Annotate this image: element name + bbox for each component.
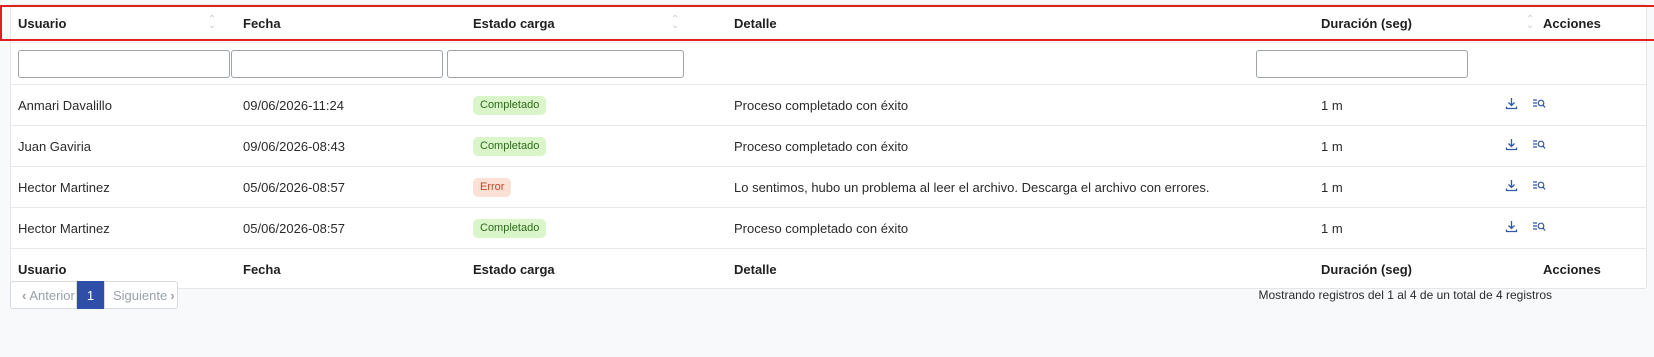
- search-list-icon[interactable]: [1532, 138, 1546, 154]
- table-row: Hector Martinez 05/06/2026-08:57 Complet…: [11, 208, 1646, 249]
- duracion-cell: 1 m: [1321, 138, 1343, 154]
- download-icon[interactable]: [1505, 220, 1518, 236]
- column-header-fecha[interactable]: Fecha: [243, 5, 458, 42]
- column-label: Fecha: [243, 16, 281, 31]
- table-footer: Usuario Fecha Estado carga Detalle Durac…: [11, 249, 1646, 290]
- column-label: Usuario: [18, 16, 67, 31]
- column-label: Acciones: [1543, 262, 1601, 277]
- download-icon[interactable]: [1505, 97, 1518, 113]
- detalle-cell: Proceso completado con éxito: [734, 220, 909, 236]
- usuario-cell: Hector Martinez: [18, 179, 110, 195]
- search-list-icon[interactable]: [1532, 179, 1546, 195]
- pagination: ‹ Anterior 1 Siguiente ›: [10, 281, 178, 309]
- next-label: Siguiente: [113, 287, 168, 303]
- status-badge: Completado: [473, 136, 547, 156]
- fecha-cell: 05/06/2026-08:57: [243, 179, 345, 195]
- duracion-cell: 1 m: [1321, 97, 1343, 113]
- usuario-cell: Anmari Davalillo: [18, 97, 112, 113]
- records-info: Mostrando registros del 1 al 4 de un tot…: [1258, 288, 1553, 302]
- page-1-button[interactable]: 1: [77, 281, 104, 309]
- status-badge: Completado: [473, 218, 547, 238]
- status-badge: Error: [473, 177, 512, 197]
- search-list-icon[interactable]: [1532, 97, 1546, 113]
- sort-icon[interactable]: ⌃ ⌄: [671, 15, 679, 31]
- column-label: Duración (seg): [1321, 16, 1413, 31]
- table-row: Juan Gaviria 09/06/2026-08:43 Completado…: [11, 126, 1646, 167]
- column-header-detalle: Detalle: [734, 5, 1314, 42]
- usuario-filter-input[interactable]: [18, 49, 230, 78]
- fecha-filter-input[interactable]: [231, 49, 443, 78]
- column-label: Fecha: [243, 262, 281, 277]
- estado-filter-input[interactable]: [447, 49, 684, 78]
- detalle-cell: Proceso completado con éxito: [734, 138, 909, 154]
- column-header-acciones: Acciones: [1543, 5, 1638, 42]
- column-header-duracion[interactable]: Duración (seg): [1321, 5, 1536, 42]
- table-row: Hector Martinez 05/06/2026-08:57 Error L…: [11, 167, 1646, 208]
- column-label: Duración (seg): [1321, 262, 1413, 277]
- duracion-filter-input[interactable]: [1256, 49, 1468, 78]
- status-badge: Completado: [473, 95, 547, 115]
- column-label: Detalle: [734, 16, 777, 31]
- chevron-left-icon: ‹: [22, 287, 27, 303]
- column-header-estado[interactable]: Estado carga: [473, 5, 723, 42]
- previous-page-button[interactable]: ‹ Anterior: [10, 281, 77, 309]
- fecha-cell: 05/06/2026-08:57: [243, 220, 345, 236]
- table-panel: Usuario ⌃ ⌄ Fecha Estado carga ⌃ ⌄ Detalle…: [10, 4, 1647, 289]
- fecha-cell: 09/06/2026-11:24: [243, 97, 344, 113]
- table-header: Usuario ⌃ ⌄ Fecha Estado carga ⌃ ⌄ Detalle…: [11, 5, 1646, 43]
- filter-row: [11, 43, 1646, 85]
- previous-label: Anterior: [29, 287, 75, 303]
- column-header-usuario[interactable]: Usuario: [18, 5, 233, 42]
- column-label: Detalle: [734, 262, 777, 277]
- sort-icon[interactable]: ⌃ ⌄: [1526, 15, 1534, 31]
- chevron-right-icon: ›: [170, 287, 175, 303]
- usuario-cell: Juan Gaviria: [18, 138, 91, 154]
- duracion-cell: 1 m: [1321, 220, 1343, 236]
- table-row: Anmari Davalillo 09/06/2026-11:24 Comple…: [11, 85, 1646, 126]
- sort-icon[interactable]: ⌃ ⌄: [208, 15, 216, 31]
- column-label: Estado carga: [473, 16, 555, 31]
- duracion-cell: 1 m: [1321, 179, 1343, 195]
- next-page-button[interactable]: Siguiente ›: [104, 281, 178, 309]
- detalle-cell: Lo sentimos, hubo un problema al leer el…: [734, 179, 1210, 195]
- column-label: Estado carga: [473, 262, 555, 277]
- search-list-icon[interactable]: [1532, 220, 1546, 236]
- column-label: Acciones: [1543, 16, 1601, 31]
- column-label: Usuario: [18, 262, 67, 277]
- usuario-cell: Hector Martinez: [18, 220, 110, 236]
- download-icon[interactable]: [1505, 179, 1518, 195]
- fecha-cell: 09/06/2026-08:43: [243, 138, 345, 154]
- download-icon[interactable]: [1505, 138, 1518, 154]
- detalle-cell: Proceso completado con éxito: [734, 97, 909, 113]
